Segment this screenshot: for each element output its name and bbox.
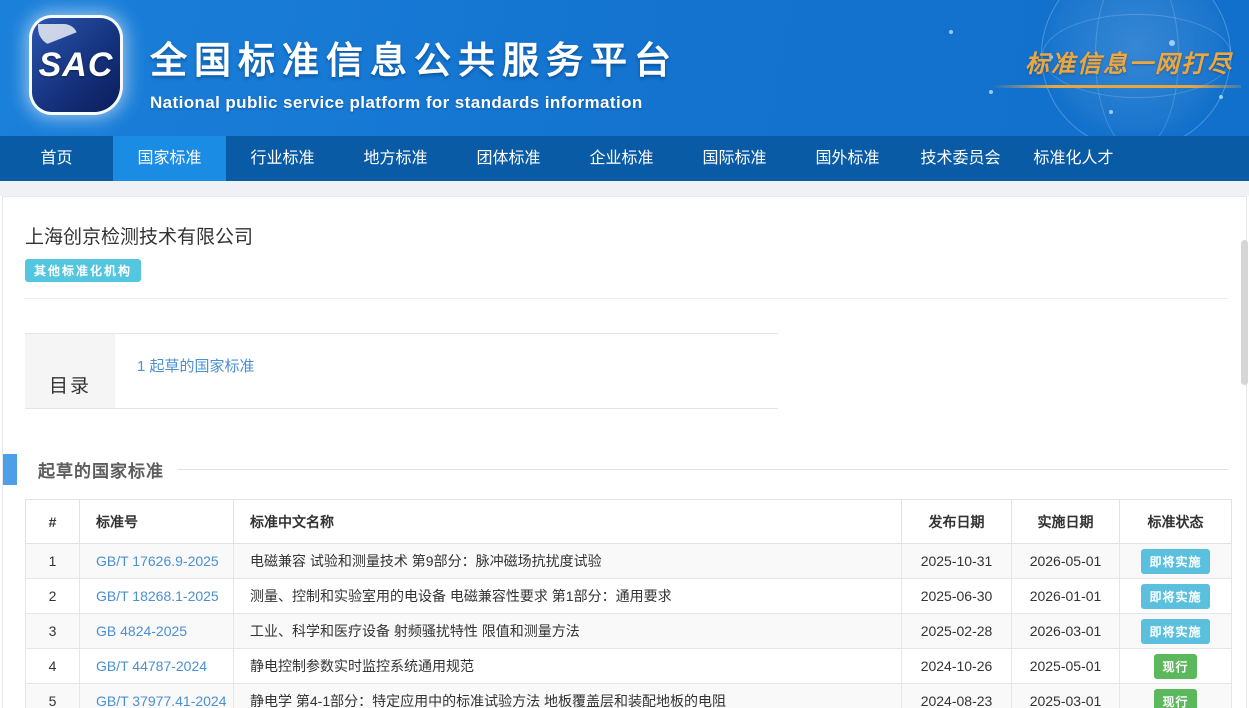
implement-date: 2026-03-01: [1012, 614, 1120, 649]
catalog-label: 目录: [25, 334, 115, 408]
standard-code-link[interactable]: GB/T 18268.1-2025: [96, 588, 219, 604]
row-index: 5: [26, 684, 80, 708]
table-column-header: 标准号: [80, 500, 234, 544]
status-cell: 即将实施: [1120, 614, 1232, 649]
page-background-gap: [0, 181, 1249, 196]
slogan: 标准信息一网打尽: [991, 44, 1241, 88]
publish-date: 2025-06-30: [902, 579, 1012, 614]
main-nav: 首页国家标准行业标准地方标准团体标准企业标准国际标准国外标准技术委员会标准化人才: [0, 136, 1249, 181]
table-column-header: 实施日期: [1012, 500, 1120, 544]
catalog-box: 目录 1 起草的国家标准: [25, 333, 778, 409]
standard-code-cell: GB/T 17626.9-2025: [80, 544, 234, 579]
implement-date: 2025-03-01: [1012, 684, 1120, 708]
slogan-text: 标准信息一网打尽: [991, 44, 1241, 79]
catalog-link-drafted-standards[interactable]: 1 起草的国家标准: [137, 358, 255, 375]
row-index: 3: [26, 614, 80, 649]
status-cell: 现行: [1120, 684, 1232, 708]
section-rule: [178, 469, 1228, 470]
standard-code-link[interactable]: GB/T 17626.9-2025: [96, 553, 219, 569]
standard-code-cell: GB/T 37977.41-2024: [80, 684, 234, 708]
table-row: 2 GB/T 18268.1-2025 测量、控制和实验室用的电设备 电磁兼容性要求…: [26, 579, 1232, 614]
nav-item-技术委员会[interactable]: 技术委员会: [904, 136, 1017, 181]
org-type-badge: 其他标准化机构: [25, 259, 141, 282]
site-titles: 全国标准信息公共服务平台 National public service pla…: [150, 30, 678, 113]
standard-name: 静电控制参数实时监控系统通用规范: [234, 649, 902, 684]
standard-code-cell: GB/T 18268.1-2025: [80, 579, 234, 614]
table-row: 3GB 4824-2025工业、科学和医疗设备 射频骚扰特性 限值和测量方法20…: [26, 614, 1232, 649]
publish-date: 2025-02-28: [902, 614, 1012, 649]
implement-date: 2026-05-01: [1012, 544, 1120, 579]
nav-item-首页[interactable]: 首页: [0, 136, 113, 181]
org-name: 上海创京检测技术有限公司: [25, 222, 1246, 249]
slogan-underline: [991, 85, 1241, 88]
nav-item-地方标准[interactable]: 地方标准: [339, 136, 452, 181]
section-header: 起草的国家标准: [3, 453, 1246, 485]
implement-date: 2026-01-01: [1012, 579, 1120, 614]
table-column-header: 标准状态: [1120, 500, 1232, 544]
status-cell: 即将实施: [1120, 544, 1232, 579]
table-row: 5 GB/T 37977.41-2024 静电学 第4-1部分：特定应用中的标准试验…: [26, 684, 1232, 708]
nav-item-行业标准[interactable]: 行业标准: [226, 136, 339, 181]
section-title: 起草的国家标准: [38, 457, 164, 482]
row-index: 4: [26, 649, 80, 684]
nav-item-企业标准[interactable]: 企业标准: [565, 136, 678, 181]
table-header-row: #标准号标准中文名称发布日期实施日期标准状态: [26, 500, 1232, 544]
publish-date: 2024-10-26: [902, 649, 1012, 684]
row-index: 1: [26, 544, 80, 579]
site-title-cn: 全国标准信息公共服务平台: [150, 30, 678, 84]
standard-code-link[interactable]: GB/T 44787-2024: [96, 658, 207, 674]
table-column-header: 标准中文名称: [234, 500, 902, 544]
status-badge[interactable]: 现行: [1154, 654, 1196, 679]
standard-name: 静电学 第4-1部分：特定应用中的标准试验方法 地板覆盖层和装配地板的电阻: [234, 684, 902, 708]
standard-code-cell: GB/T 44787-2024: [80, 649, 234, 684]
standard-name: 测量、控制和实验室用的电设备 电磁兼容性要求 第1部分：通用要求: [234, 579, 902, 614]
status-badge[interactable]: 即将实施: [1141, 619, 1209, 644]
table-row: 4 GB/T 44787-2024 静电控制参数实时监控系统通用规范2024-10-…: [26, 649, 1232, 684]
vertical-scrollbar[interactable]: [1241, 240, 1248, 385]
implement-date: 2025-05-01: [1012, 649, 1120, 684]
nav-item-国际标准[interactable]: 国际标准: [678, 136, 791, 181]
standards-table-head: #标准号标准中文名称发布日期实施日期标准状态: [26, 500, 1232, 544]
status-cell: 即将实施: [1120, 579, 1232, 614]
standards-table: #标准号标准中文名称发布日期实施日期标准状态 1 GB/T 17626.9-202…: [25, 499, 1232, 708]
site-title-en: National public service platform for sta…: [150, 93, 678, 113]
table-column-header: #: [26, 500, 80, 544]
nav-item-国家标准[interactable]: 国家标准: [113, 136, 226, 181]
publish-date: 2025-10-31: [902, 544, 1012, 579]
status-cell: 现行: [1120, 649, 1232, 684]
standard-code-cell: GB 4824-2025: [80, 614, 234, 649]
standard-name: 工业、科学和医疗设备 射频骚扰特性 限值和测量方法: [234, 614, 902, 649]
sac-logo[interactable]: SAC: [32, 18, 120, 112]
status-badge[interactable]: 现行: [1154, 689, 1196, 708]
section-marker: [3, 454, 17, 485]
content-card: 上海创京检测技术有限公司 其他标准化机构 目录 1 起草的国家标准 起草的国家标…: [2, 196, 1247, 708]
site-header: SAC 全国标准信息公共服务平台 National public service…: [0, 0, 1249, 136]
status-badge[interactable]: 即将实施: [1141, 584, 1209, 609]
sac-logo-text: SAC: [39, 46, 114, 85]
standard-code-link[interactable]: GB/T 37977.41-2024: [96, 693, 227, 708]
standard-name: 电磁兼容 试验和测量技术 第9部分：脉冲磁场抗扰度试验: [234, 544, 902, 579]
table-column-header: 发布日期: [902, 500, 1012, 544]
nav-item-团体标准[interactable]: 团体标准: [452, 136, 565, 181]
table-row: 1 GB/T 17626.9-2025 电磁兼容 试验和测量技术 第9部分：脉冲磁场…: [26, 544, 1232, 579]
status-badge[interactable]: 即将实施: [1141, 549, 1209, 574]
standard-code-link[interactable]: GB 4824-2025: [96, 623, 187, 639]
row-index: 2: [26, 579, 80, 614]
nav-item-国外标准[interactable]: 国外标准: [791, 136, 904, 181]
standards-table-body: 1 GB/T 17626.9-2025 电磁兼容 试验和测量技术 第9部分：脉冲磁场…: [26, 544, 1232, 708]
nav-item-标准化人才[interactable]: 标准化人才: [1017, 136, 1130, 181]
catalog-body: 1 起草的国家标准: [115, 334, 778, 408]
publish-date: 2024-08-23: [902, 684, 1012, 708]
divider: [25, 298, 1228, 299]
